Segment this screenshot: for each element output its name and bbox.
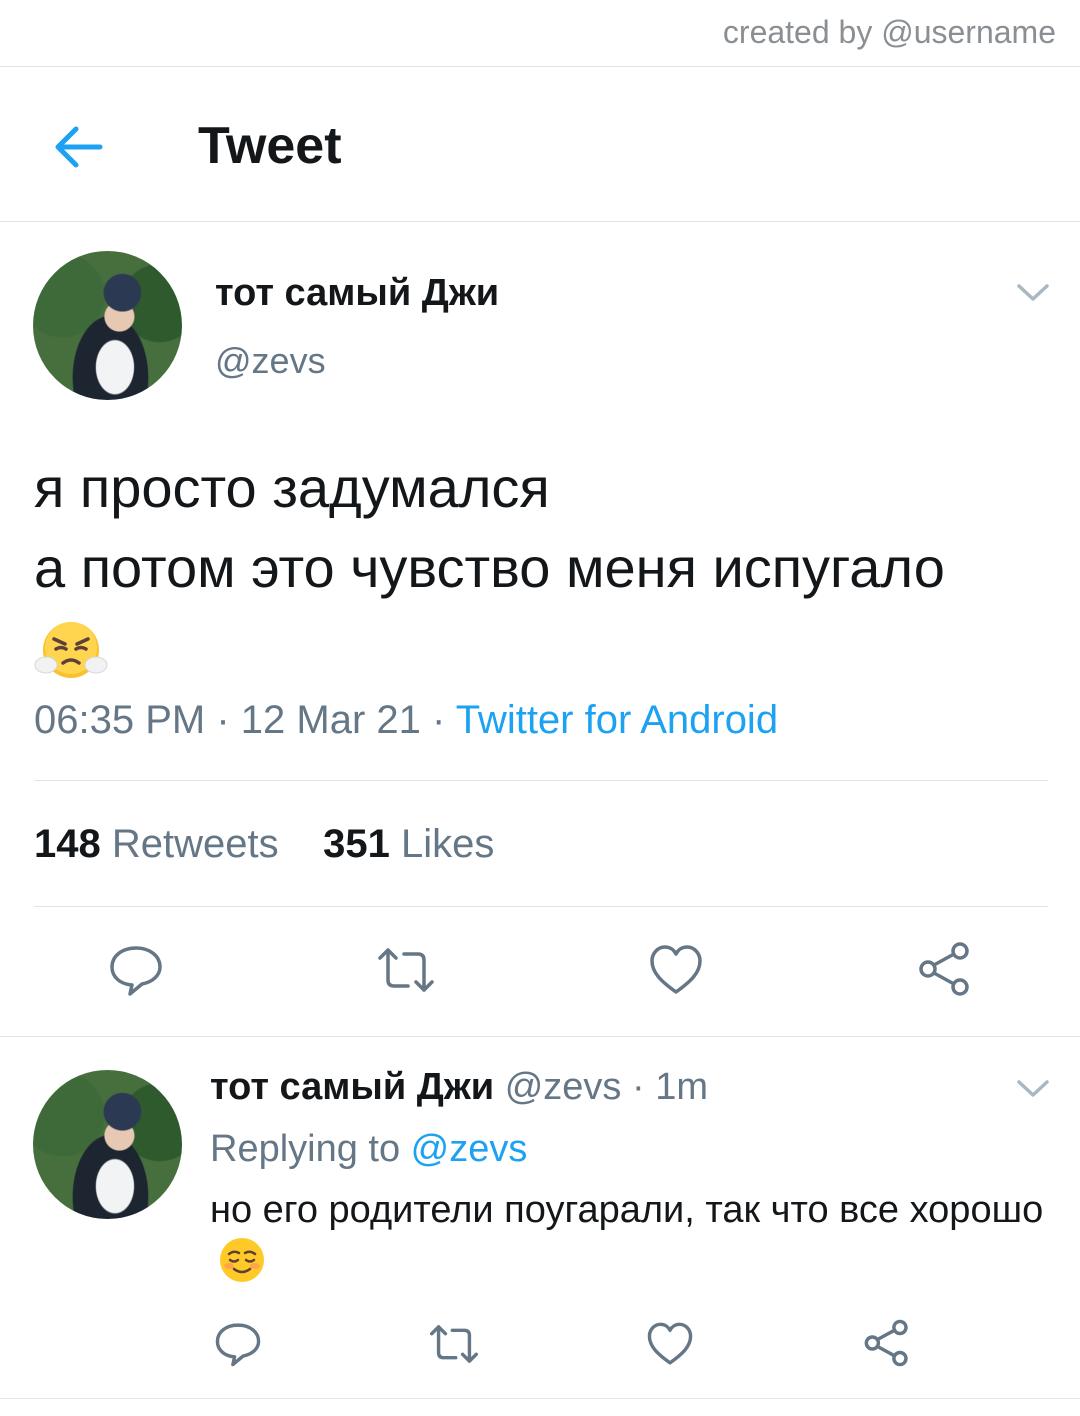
retweet-button[interactable] — [376, 942, 434, 998]
reply-text-content: но его родители поугарали, так что все х… — [210, 1189, 1044, 1231]
watermark: created by @username — [722, 14, 1056, 50]
avatar[interactable] — [33, 251, 182, 400]
top-divider — [0, 66, 1080, 67]
back-button[interactable] — [50, 122, 106, 172]
replying-to: Replying to @zevs — [210, 1128, 527, 1171]
tweet-stats: 148 Retweets 351 Likes — [34, 822, 494, 867]
likes-label: Likes — [400, 822, 495, 866]
avatar[interactable] — [33, 1070, 182, 1219]
tweet-meta: 06:35 PM · 12 Mar 21 · Twitter for Andro… — [34, 698, 778, 743]
heart-icon — [647, 1322, 693, 1365]
like-button[interactable] — [646, 1320, 694, 1368]
retweets-stat[interactable]: 148 Retweets — [34, 822, 279, 866]
share-icon — [864, 1319, 908, 1367]
more-options-button[interactable] — [1016, 1078, 1050, 1100]
reply-author-handle[interactable]: @zevs — [505, 1066, 622, 1108]
like-button[interactable] — [648, 942, 704, 998]
divider — [34, 906, 1048, 907]
separator: · — [420, 698, 456, 742]
retweet-icon — [430, 1325, 478, 1363]
replying-to-prefix: Replying to — [210, 1128, 411, 1170]
reply-time: · 1m — [621, 1066, 708, 1108]
share-icon — [919, 942, 969, 996]
more-options-button[interactable] — [1016, 282, 1050, 304]
divider — [34, 780, 1048, 781]
chevron-down-icon — [1017, 284, 1049, 301]
author-name[interactable]: тот самый Джи — [215, 272, 499, 315]
replying-to-user-link[interactable]: @zevs — [411, 1128, 528, 1170]
retweet-button[interactable] — [428, 1320, 478, 1368]
reply-header: тот самый Джи @zevs · 1m — [210, 1066, 708, 1109]
retweet-icon — [378, 948, 434, 992]
divider — [0, 1036, 1080, 1037]
tweet-time: 06:35 PM — [34, 698, 206, 742]
reply-text: но его родители поугарали, так что все х… — [210, 1184, 1050, 1288]
arrow-left-icon — [55, 126, 103, 168]
share-button[interactable] — [916, 940, 972, 996]
page-title: Tweet — [198, 117, 342, 175]
tweet-text-line: я просто задумался — [34, 456, 550, 519]
separator: · — [205, 698, 241, 742]
retweets-label: Retweets — [111, 822, 279, 866]
tweet-text: я просто задумался а потом это чувство м… — [34, 448, 945, 688]
tweet-text-line: а потом это чувство меня испугало — [34, 536, 945, 599]
reply-button[interactable] — [108, 942, 164, 998]
comment-icon — [110, 946, 162, 996]
chevron-down-icon — [1017, 1080, 1049, 1097]
author-handle[interactable]: @zevs — [215, 340, 326, 382]
likes-count: 351 — [323, 822, 390, 866]
likes-stat[interactable]: 351 Likes — [323, 822, 494, 866]
triumph-face-emoji-icon — [34, 622, 108, 679]
share-button[interactable] — [862, 1318, 910, 1367]
tweet-source-link[interactable]: Twitter for Android — [456, 698, 778, 742]
comment-icon — [215, 1323, 261, 1367]
reply-button[interactable] — [214, 1320, 262, 1368]
relieved-face-emoji-icon — [220, 1237, 264, 1282]
header-divider — [0, 221, 1080, 222]
tweet-date: 12 Mar 21 — [240, 698, 421, 742]
retweets-count: 148 — [34, 822, 101, 866]
bottom-divider — [0, 1398, 1080, 1399]
reply-author-name[interactable]: тот самый Джи — [210, 1066, 494, 1108]
heart-icon — [650, 945, 702, 994]
